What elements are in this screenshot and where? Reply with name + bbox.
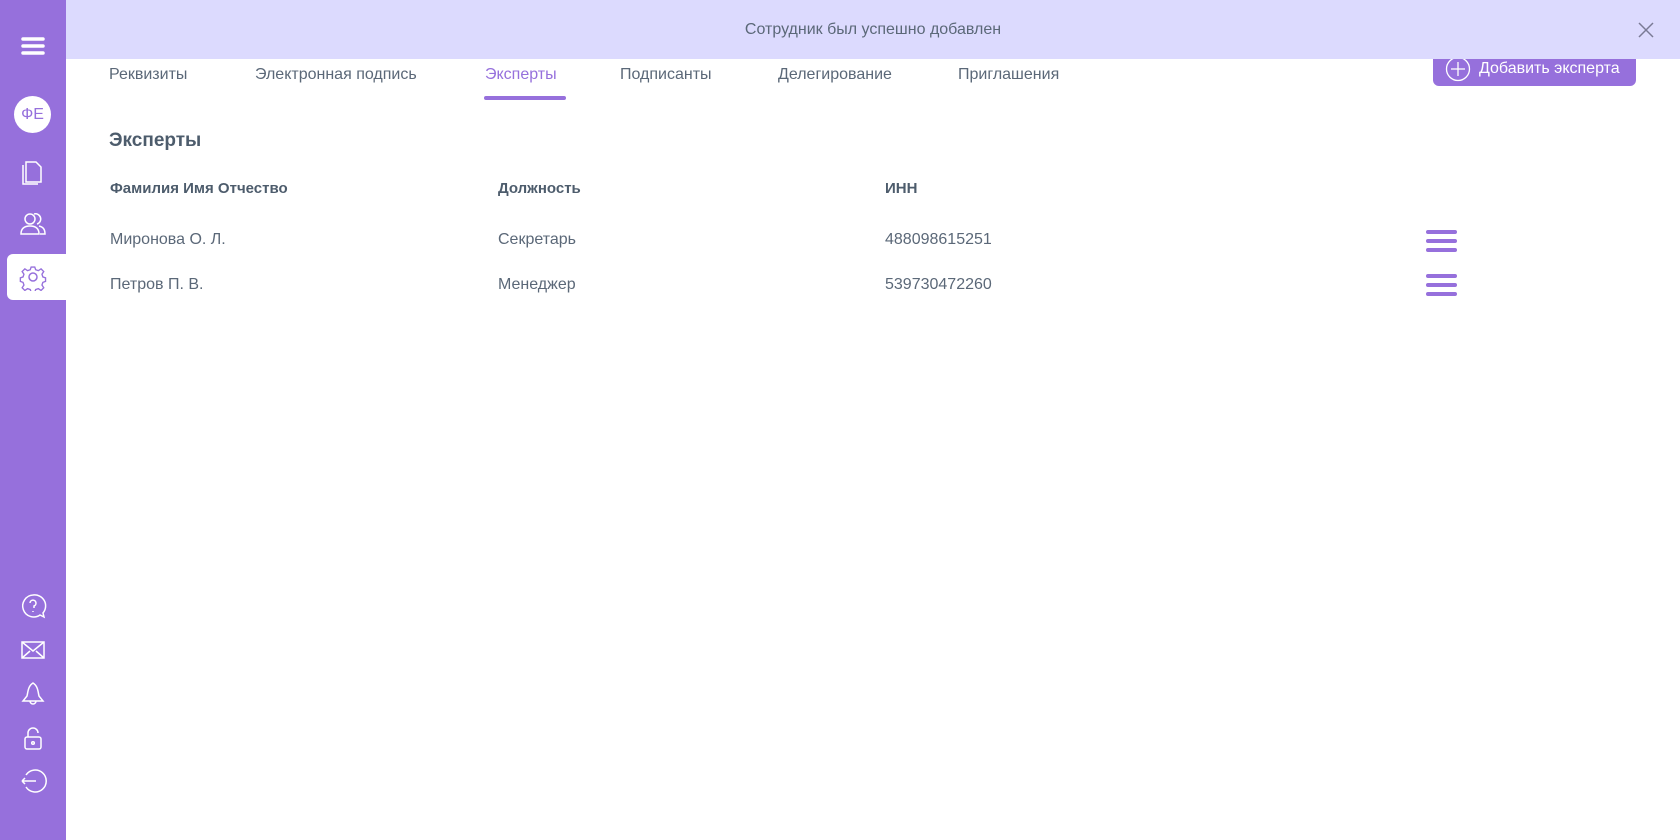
users-icon[interactable] bbox=[0, 203, 66, 243]
tab-signatories[interactable]: Подписанты bbox=[620, 66, 712, 84]
active-tab-indicator bbox=[484, 96, 566, 100]
plus-circle-icon bbox=[1445, 56, 1471, 82]
cell-name: Петров П. В. bbox=[110, 276, 204, 293]
cell-name: Миронова О. Л. bbox=[110, 231, 226, 248]
documents-icon[interactable] bbox=[0, 151, 66, 191]
row-menu-icon[interactable] bbox=[1426, 274, 1457, 298]
add-expert-label: Добавить эксперта bbox=[1479, 60, 1620, 77]
column-header-position: Должность bbox=[498, 180, 581, 197]
lock-icon[interactable] bbox=[0, 718, 66, 758]
tab-experts[interactable]: Эксперты bbox=[485, 66, 557, 84]
cell-position: Менеджер bbox=[498, 276, 576, 293]
column-header-inn: ИНН bbox=[885, 180, 918, 197]
tab-requisites[interactable]: Реквизиты bbox=[109, 66, 187, 84]
cell-position: Секретарь bbox=[498, 231, 576, 248]
tab-electronic-signature[interactable]: Электронная подпись bbox=[255, 66, 417, 84]
close-icon[interactable] bbox=[1636, 20, 1656, 40]
avatar[interactable]: ФЕ bbox=[14, 96, 51, 133]
help-icon[interactable] bbox=[0, 586, 66, 626]
column-header-name: Фамилия Имя Отчество bbox=[110, 180, 288, 197]
sidebar-item-settings[interactable] bbox=[7, 254, 66, 300]
logout-icon[interactable] bbox=[0, 761, 66, 801]
notification-banner: Сотрудник был успешно добавлен bbox=[66, 0, 1680, 59]
mail-icon[interactable] bbox=[0, 630, 66, 670]
tab-delegation[interactable]: Делегирование bbox=[778, 66, 892, 84]
gear-icon bbox=[19, 266, 47, 291]
row-menu-icon[interactable] bbox=[1426, 230, 1457, 254]
cell-inn: 539730472260 bbox=[885, 276, 992, 293]
bell-icon[interactable] bbox=[0, 674, 66, 714]
page-title: Эксперты bbox=[109, 130, 202, 151]
sidebar: ФЕ bbox=[0, 0, 66, 840]
tab-invitations[interactable]: Приглашения bbox=[958, 66, 1059, 84]
notification-text: Сотрудник был успешно добавлен bbox=[744, 20, 1002, 38]
cell-inn: 488098615251 bbox=[885, 231, 992, 248]
hamburger-menu-icon[interactable] bbox=[0, 26, 66, 66]
